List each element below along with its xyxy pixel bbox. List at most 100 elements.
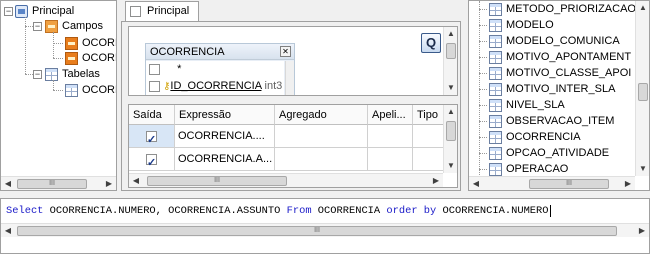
tree-campos-label: Campos <box>62 20 103 32</box>
table-list-item[interactable]: OPERACAO <box>479 161 568 177</box>
tree-campo-item[interactable]: OCORRENCIA.A <box>65 50 116 66</box>
scroll-thumb[interactable] <box>446 121 456 141</box>
table-list-item[interactable]: OPCAO_ATIVIDADE <box>479 145 609 161</box>
table-list-item[interactable]: OBSERVACAO_ITEM <box>479 113 614 129</box>
table-list-item[interactable]: OCORRENCIA <box>479 129 581 145</box>
tree-line <box>53 90 63 91</box>
root-expander[interactable]: − <box>4 7 13 16</box>
diagram-vscroll[interactable]: ▲ ▼ <box>443 27 457 95</box>
table-list-item[interactable]: MOTIVO_INTER_SLA <box>479 81 615 97</box>
close-icon[interactable]: ✕ <box>280 46 291 57</box>
table-list-item[interactable]: MOTIVO_APONTAMENT <box>479 49 631 65</box>
field-checkbox[interactable] <box>149 80 160 92</box>
field-icon <box>65 36 78 50</box>
tree-line <box>479 136 487 138</box>
sql-order-field: OCORRENCIA.NUMERO <box>436 205 549 217</box>
table-list-item[interactable]: MOTIVO_CLASSE_APOI <box>479 65 631 81</box>
tabelas-expander[interactable]: − <box>33 70 42 79</box>
tree-root-label: Principal <box>32 5 75 17</box>
table-box-header[interactable]: OCORRENCIA ✕ <box>146 44 294 60</box>
grid-hscroll[interactable]: ◀ III ▶ <box>129 173 443 187</box>
scroll-thumb[interactable]: III <box>147 176 287 186</box>
scroll-down-arrow-icon[interactable]: ▼ <box>636 162 649 176</box>
tree-line <box>479 168 487 170</box>
field-name: * <box>177 63 182 75</box>
database-icon <box>15 4 28 18</box>
scroll-down-arrow-icon[interactable]: ▼ <box>444 81 457 95</box>
table-field-row[interactable]: ⚷ID_OCORRENCIA int3 <box>149 78 282 94</box>
grid-cell-output[interactable] <box>129 148 175 171</box>
table-list-hscroll[interactable]: ◀ III ▶ <box>469 176 635 190</box>
grid-header[interactable]: Agregado <box>275 105 368 125</box>
tree-line <box>479 72 487 74</box>
sql-text[interactable]: Select OCORRENCIA.NUMERO, OCORRENCIA.ASS… <box>6 205 551 217</box>
output-checkbox[interactable] <box>146 152 157 170</box>
grid-cell-aggregate[interactable] <box>275 125 368 148</box>
sql-hscroll[interactable]: ◀ III ▶ <box>1 223 649 237</box>
table-box[interactable]: OCORRENCIA ✕ * ⚷ID_OCORRENCIA int3 <box>145 43 295 95</box>
campos-expander[interactable]: − <box>33 22 42 31</box>
scroll-right-arrow-icon[interactable]: ▶ <box>429 174 443 187</box>
scroll-left-arrow-icon[interactable]: ◀ <box>469 177 483 190</box>
grid-cell-expression[interactable]: OCORRENCIA.... <box>175 125 275 148</box>
tree-campo-item[interactable]: OCORRENCIA.N <box>65 35 116 51</box>
scroll-up-arrow-icon[interactable]: ▲ <box>444 27 457 41</box>
tree-hscroll[interactable]: ◀ III ▶ <box>1 176 116 190</box>
scroll-thumb[interactable]: III <box>17 179 87 189</box>
scroll-right-arrow-icon[interactable]: ▶ <box>621 177 635 190</box>
tree-tabela-item[interactable]: OCORRENCIA <box>65 82 116 98</box>
table-list-item[interactable]: MODELO_COMUNICA <box>479 33 620 49</box>
grid-cell-output[interactable] <box>129 125 175 148</box>
grid-header[interactable]: Tipo <box>413 105 445 125</box>
grid-header[interactable]: Apeli... <box>368 105 413 125</box>
grid-cell-expression[interactable]: OCORRENCIA.A... <box>175 148 275 171</box>
scroll-left-arrow-icon[interactable]: ◀ <box>129 174 143 187</box>
sql-keyword-order-by: order by <box>386 205 437 217</box>
table-box-scroll[interactable] <box>285 61 294 95</box>
field-type: int3 <box>264 80 283 92</box>
tree-line <box>479 88 487 90</box>
tab-principal[interactable]: Principal <box>125 1 199 22</box>
grid-cell-aggregate[interactable] <box>275 148 368 171</box>
field-icon <box>65 51 78 65</box>
tree-line <box>479 24 487 26</box>
scroll-down-arrow-icon[interactable]: ▼ <box>444 159 457 173</box>
table-list-item[interactable]: MODELO <box>479 17 554 33</box>
tree-root[interactable]: Principal <box>15 3 74 19</box>
tree-line <box>479 104 487 106</box>
field-checkbox[interactable] <box>149 63 160 75</box>
grid-vscroll[interactable]: ▲ ▼ <box>443 105 457 173</box>
grid-cell-type[interactable] <box>413 148 445 171</box>
tree-line <box>479 120 487 122</box>
table-list-vscroll[interactable]: ▲ ▼ <box>635 1 649 176</box>
scroll-thumb[interactable]: III <box>529 179 609 189</box>
scroll-left-arrow-icon[interactable]: ◀ <box>1 224 15 238</box>
query-button[interactable]: Q <box>421 33 441 53</box>
table-list-label: MOTIVO_INTER_SLA <box>506 83 616 95</box>
sql-editor[interactable]: Select OCORRENCIA.NUMERO, OCORRENCIA.ASS… <box>0 198 650 254</box>
scroll-right-arrow-icon[interactable]: ▶ <box>635 224 649 238</box>
scroll-thumb[interactable] <box>638 83 648 101</box>
scroll-thumb[interactable] <box>446 43 456 59</box>
grid-header[interactable]: Expressão <box>175 105 275 125</box>
scroll-left-arrow-icon[interactable]: ◀ <box>1 177 15 190</box>
scroll-thumb[interactable]: III <box>17 226 617 236</box>
table-list-item[interactable]: NIVEL_SLA <box>479 97 565 113</box>
diagram-area: OCORRENCIA ✕ * ⚷ID_OCORRENCIA int3 Q ▲ ▼ <box>128 26 458 96</box>
scroll-right-arrow-icon[interactable]: ▶ <box>102 177 116 190</box>
table-list-item[interactable]: METODO_PRIORIZACAO <box>479 1 636 17</box>
sql-keyword-select: Select <box>6 205 44 217</box>
table-box-title: OCORRENCIA <box>150 46 225 58</box>
table-field-row[interactable]: * <box>149 61 181 77</box>
table-list-label: OBSERVACAO_ITEM <box>506 115 615 127</box>
scroll-up-arrow-icon[interactable]: ▲ <box>636 1 649 15</box>
grid-header[interactable]: Saída <box>129 105 175 125</box>
grid-cell-alias[interactable] <box>368 125 413 148</box>
table-icon <box>489 114 502 128</box>
output-checkbox[interactable] <box>146 129 157 147</box>
tree-tabelas-label: Tabelas <box>62 68 100 80</box>
scroll-up-arrow-icon[interactable]: ▲ <box>444 105 457 119</box>
tab-checkbox[interactable] <box>130 5 141 17</box>
grid-cell-alias[interactable] <box>368 148 413 171</box>
grid-cell-type[interactable] <box>413 125 445 148</box>
